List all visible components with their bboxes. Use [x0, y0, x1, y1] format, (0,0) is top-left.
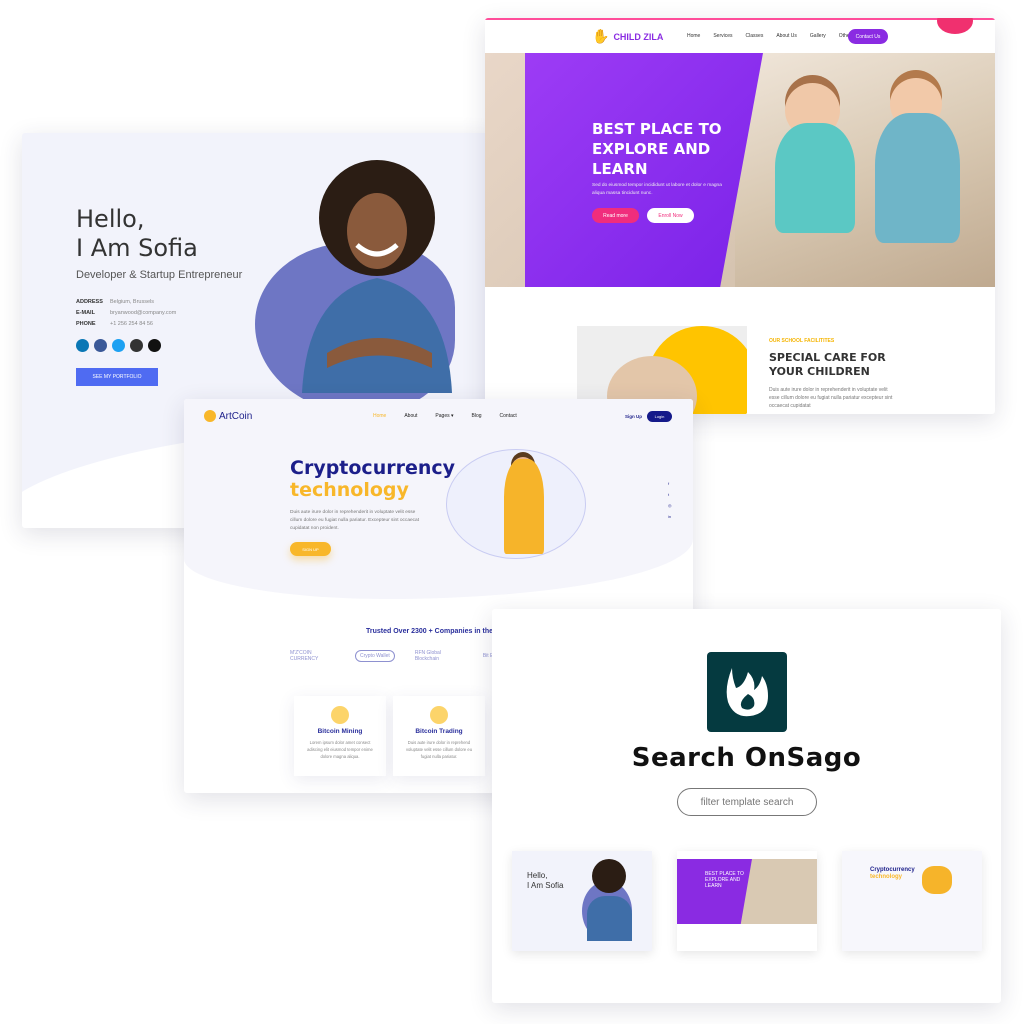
artcoin-logo[interactable]: ArtCoin: [204, 410, 252, 422]
section-title: SPECIAL CARE FOR YOUR CHILDREN: [769, 351, 886, 378]
portrait-photo: [302, 160, 452, 393]
linkedin-icon[interactable]: [76, 339, 89, 352]
flame-icon: [726, 668, 768, 717]
nav-gallery[interactable]: Gallery: [810, 33, 826, 39]
hero-title: Cryptocurrency technology: [290, 457, 456, 501]
linkedin-icon[interactable]: in: [668, 514, 672, 519]
nav-about[interactable]: About: [404, 413, 417, 419]
thumb-title: I Am Sofia: [527, 881, 564, 890]
hero-text: Duis aute irure dolor in reprehenderit i…: [290, 510, 420, 531]
illustration-person: [504, 459, 544, 554]
trading-icon: [430, 706, 448, 724]
decorative-flower: [937, 18, 973, 34]
info-phone: PHONE +1 256 254 84 56: [76, 321, 153, 327]
onsago-search-card: Search OnSago Hello, I Am Sofia BEST PLA…: [492, 609, 1001, 1003]
hand-icon: ✋: [592, 28, 610, 44]
template-search-input[interactable]: [677, 788, 817, 816]
login-button[interactable]: Login: [647, 411, 672, 422]
trusted-heading: Trusted Over 2300 + Companies in the: [366, 628, 494, 635]
feature-title: Bitcoin Trading: [415, 728, 463, 735]
read-more-button[interactable]: Read more: [592, 208, 639, 223]
template-thumbnail-portfolio[interactable]: Hello, I Am Sofia: [512, 851, 652, 951]
facebook-icon[interactable]: [94, 339, 107, 352]
top-accent-line: [485, 18, 995, 20]
section-label: OUR SCHOOL FACILITITES: [769, 338, 835, 344]
thumb-portrait: [592, 859, 626, 893]
nav-services[interactable]: Services: [713, 33, 732, 39]
contact-us-button[interactable]: Contact Us: [848, 29, 888, 44]
main-nav: Home About Pages ▾ Blog Contact: [373, 413, 517, 419]
partner-logo: M'Z'COIN CURRENCY: [290, 650, 319, 662]
dribbble-icon[interactable]: [148, 339, 161, 352]
template-thumbnail-childzila[interactable]: BEST PLACE TO EXPLORE AND LEARN: [677, 851, 817, 951]
partner-logos: M'Z'COIN CURRENCY Crypto Wallet RFN Glob…: [290, 650, 496, 662]
childzila-logo[interactable]: ✋ CHILD ZILA: [592, 28, 663, 45]
partner-logo: Crypto Wallet: [355, 650, 395, 662]
twitter-icon[interactable]: t: [668, 492, 672, 497]
thumb-title: EXPLORE AND LEARN: [705, 877, 741, 889]
mining-icon: [331, 706, 349, 724]
feature-title: Bitcoin Mining: [317, 728, 363, 735]
partner-logo: RFN Global Blockchain: [414, 650, 441, 662]
nav-blog[interactable]: Blog: [472, 413, 482, 419]
hero-title: BEST PLACE TO EXPLORE AND LEARN: [592, 120, 722, 178]
section-text: Duis aute irure dolor in reprehenderit i…: [769, 387, 893, 409]
nav-contact[interactable]: Contact: [500, 413, 517, 419]
social-links: f t ◎ in: [668, 481, 672, 519]
hero-heading: Hello, I Am Sofia: [76, 205, 198, 263]
sign-up-link[interactable]: Sign Up: [625, 414, 642, 419]
greeting-line: Hello,: [76, 205, 145, 233]
see-portfolio-button[interactable]: SEE MY PORTFOLIO: [76, 368, 158, 386]
hero-text: Sed do eiusmod tempor incididunt ut labo…: [592, 183, 722, 196]
feature-text: Lorem ipsum dolor amet consect adiscing …: [307, 740, 373, 759]
thumb-title: technology: [870, 874, 903, 880]
child-figure: [875, 113, 960, 243]
search-title: Search OnSago: [631, 743, 862, 773]
nav-home[interactable]: Home: [687, 33, 700, 39]
template-thumbnail-artcoin[interactable]: Cryptocurrency technology: [842, 851, 982, 951]
feature-card[interactable]: Bitcoin Trading Duis aute irure dolor in …: [393, 696, 485, 776]
thumb-panel: [677, 859, 752, 924]
thumb-title: Hello,: [527, 871, 548, 880]
twitter-icon[interactable]: [112, 339, 125, 352]
thumb-portrait: [587, 896, 632, 941]
nav-classes[interactable]: Classes: [746, 33, 764, 39]
child-figure: [775, 123, 855, 233]
feature-card[interactable]: Bitcoin Mining Lorem ipsum dolor amet con…: [294, 696, 386, 776]
social-links: [76, 339, 161, 352]
thumb-title: Cryptocurrency: [870, 867, 915, 873]
facebook-icon[interactable]: f: [668, 481, 672, 486]
info-email: E-MAIL bryanwood@company.com: [76, 310, 177, 316]
nav-home[interactable]: Home: [373, 413, 386, 419]
childzila-template-preview[interactable]: ✋ CHILD ZILA Home Services Classes About …: [485, 18, 995, 414]
github-icon[interactable]: [130, 339, 143, 352]
nav-pages[interactable]: Pages ▾: [435, 413, 453, 419]
feature-text: Duis aute irure dolor in reprehend volup…: [405, 740, 473, 759]
onsago-logo: [707, 652, 787, 732]
name-line: I Am Sofia: [76, 234, 198, 262]
thumb-illustration: [922, 866, 952, 894]
coin-icon: [204, 410, 216, 422]
instagram-icon[interactable]: ◎: [668, 503, 672, 508]
nav-about[interactable]: About Us: [776, 33, 797, 39]
main-nav: Home Services Classes About Us Gallery O…: [687, 33, 851, 39]
sign-up-button[interactable]: SIGN UP: [290, 542, 331, 556]
enroll-now-button[interactable]: Enroll Now: [647, 208, 694, 223]
subtitle: Developer & Startup Entrepreneur: [76, 269, 243, 281]
hero-section: BEST PLACE TO EXPLORE AND LEARN Sed do e…: [485, 53, 995, 287]
info-address: ADDRESS Belgium, Brussels: [76, 299, 155, 305]
